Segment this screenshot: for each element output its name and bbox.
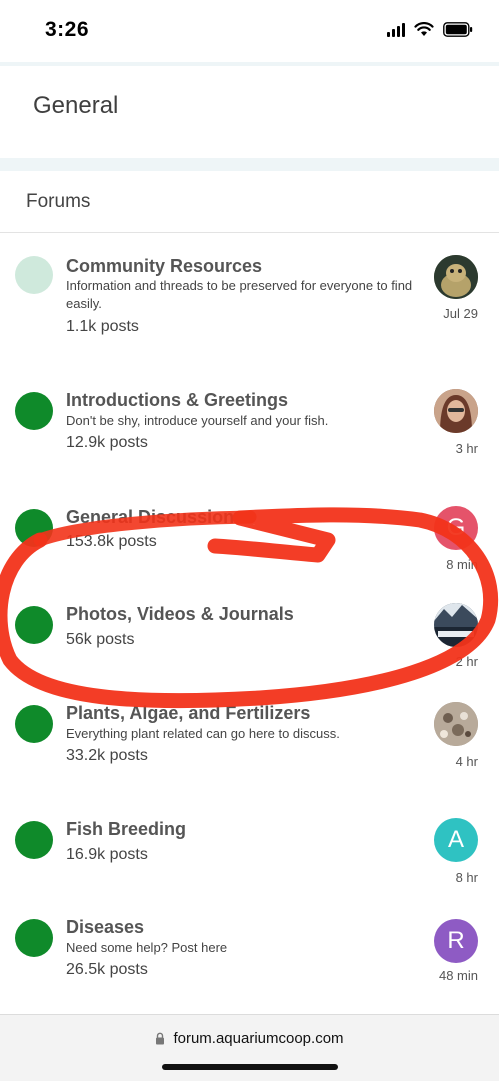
forum-status-dot [15,392,53,430]
forum-last-activity: 8 min [446,557,478,572]
page-title: General [33,92,119,119]
forum-row-general-discussion[interactable]: General Discussion 153.8k posts G 8 min [0,484,499,582]
avatar[interactable] [434,389,478,433]
avatar-photo-icon [434,603,478,647]
forum-status-dot [15,256,53,294]
browser-bottom-bar [0,1014,499,1081]
forum-last-activity: 2 hr [455,654,478,669]
home-indicator[interactable] [162,1064,338,1070]
forum-post-count: 1.1k posts [66,318,139,335]
forum-last-activity: 8 hr [455,870,478,885]
lock-icon [156,1032,165,1045]
forum-row-photos-videos-journals[interactable]: Photos, Videos & Journals 56k posts 2 hr [0,581,499,681]
section-divider [0,158,499,171]
forum-description: Need some help? Post here [66,940,228,955]
avatar[interactable]: R [434,919,478,963]
forum-title[interactable]: Fish Breeding [66,819,186,840]
forum-title[interactable]: Plants, Algae, and Fertilizers [66,703,310,724]
forum-row-introductions-greetings[interactable]: Introductions & Greetings Don't be shy, … [0,367,499,485]
forum-title[interactable]: Photos, Videos & Journals [66,604,294,625]
forum-status-dot [15,509,53,547]
avatar[interactable] [434,603,478,647]
forum-last-activity: 4 hr [455,754,478,769]
status-bar: 3:26 [0,0,499,62]
forum-post-count: 153.8k posts [66,533,157,550]
avatar-photo-icon [434,255,478,299]
forum-post-count: 56k posts [66,631,135,648]
forum-title[interactable]: Diseases [66,917,144,938]
forum-post-count: 16.9k posts [66,846,148,863]
forum-status-dot [15,919,53,957]
forum-title[interactable]: General Discussion [66,507,234,528]
forum-row-plants-algae-fertilizers[interactable]: Plants, Algae, and Fertilizers Everythin… [0,680,499,797]
address-bar[interactable]: forum.aquariumcoop.com [0,1030,499,1047]
forum-status-dot [15,705,53,743]
forum-post-count: 26.5k posts [66,961,148,978]
avatar-photo-icon [434,702,478,746]
forum-title[interactable]: Community Resources [66,256,262,277]
forums-heading: Forums [26,191,91,212]
forum-title[interactable]: Introductions & Greetings [66,390,288,411]
forum-description: Don't be shy, introduce yourself and you… [66,413,329,428]
forum-row-diseases[interactable]: Diseases Need some help? Post here 26.5k… [0,894,499,1012]
avatar-photo-icon [434,389,478,433]
forum-row-fish-breeding[interactable]: Fish Breeding 16.9k posts A 8 hr [0,796,499,895]
forum-post-count: 33.2k posts [66,747,148,764]
avatar-letter: A [447,826,464,853]
battery-icon [443,22,473,37]
forum-description: Everything plant related can go here to … [66,726,340,741]
forum-last-activity: 48 min [438,968,478,983]
avatar[interactable] [434,255,478,299]
cellular-signal-icon [387,22,405,37]
avatar[interactable] [434,702,478,746]
status-time: 3:26 [45,18,90,41]
forum-description: Information and threads to be preserved … [66,278,413,311]
wifi-icon [414,22,434,36]
url-text: forum.aquariumcoop.com [173,1030,344,1047]
status-icons [387,22,473,37]
forum-row-community-resources[interactable]: Community Resources Information and thre… [0,233,499,368]
avatar-letter: G [446,514,466,541]
forum-status-dot [15,821,53,859]
forum-post-count: 12.9k posts [66,434,148,451]
avatar-letter: R [447,927,465,954]
forum-last-activity: Jul 29 [443,306,478,321]
avatar[interactable]: A [434,818,478,862]
forum-last-activity: 3 hr [455,441,478,456]
forum-status-dot [15,606,53,644]
avatar[interactable]: G [434,506,478,550]
